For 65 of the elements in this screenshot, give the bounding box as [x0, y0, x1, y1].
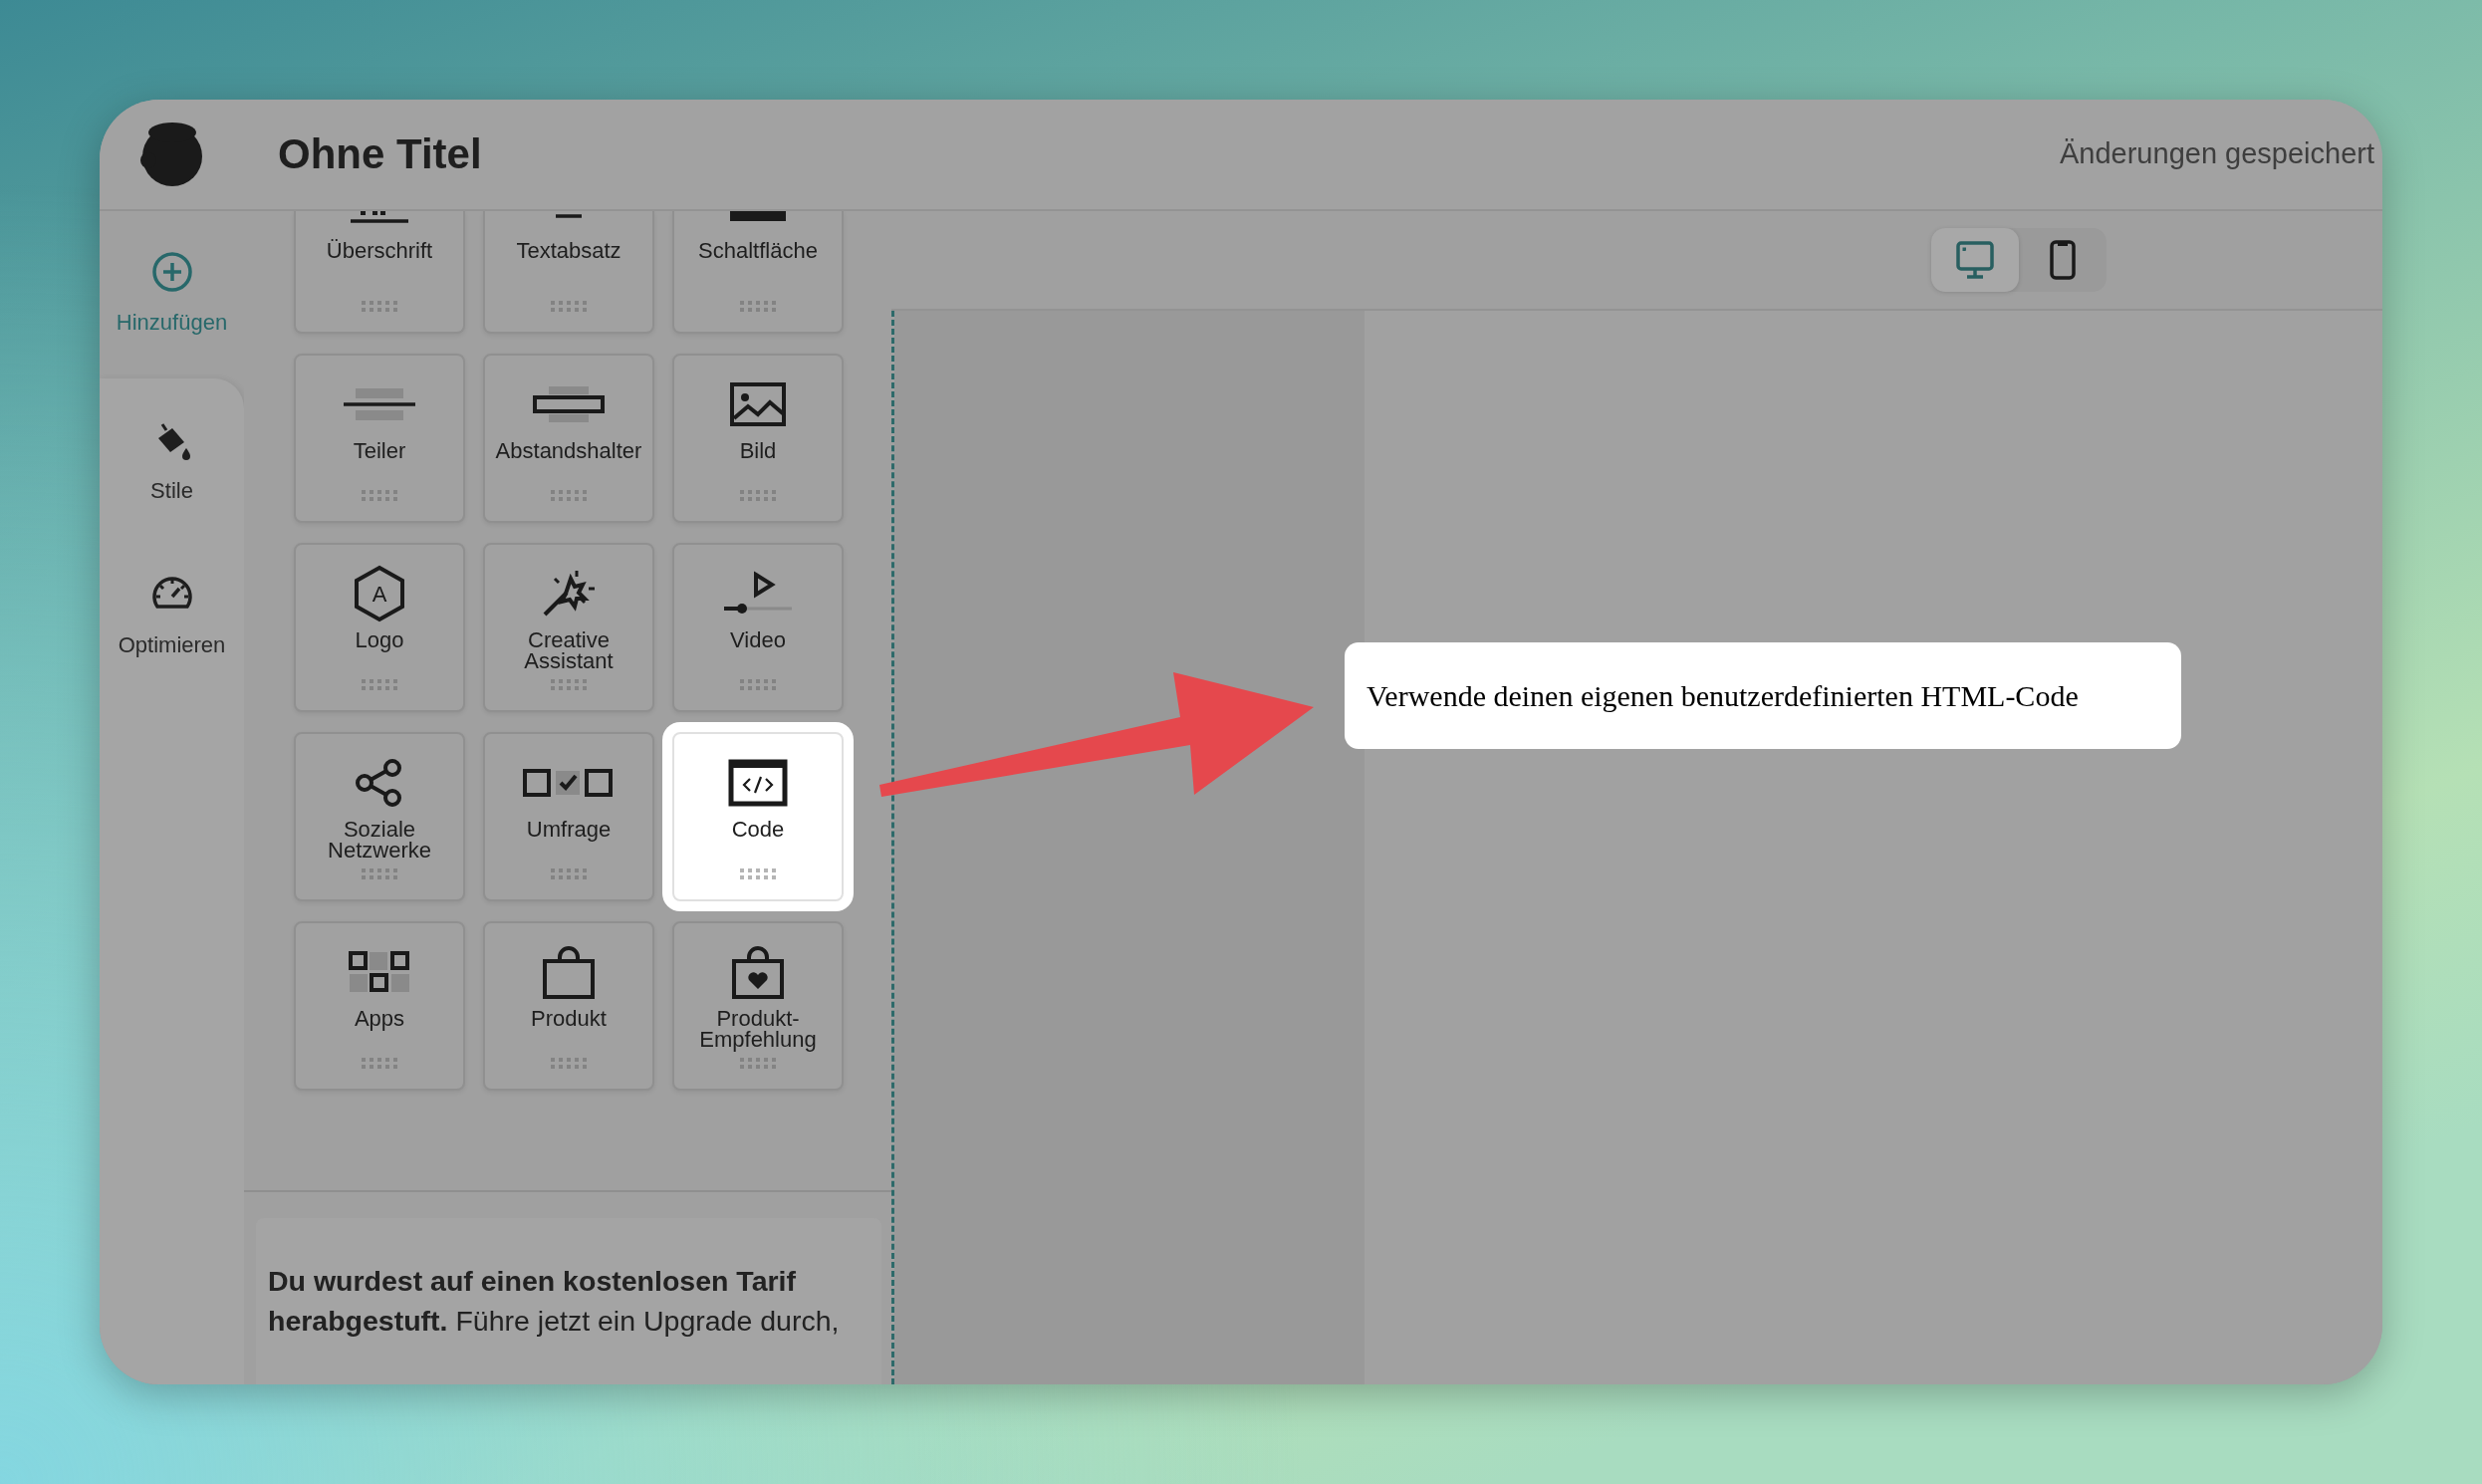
save-status: Änderungen gespeichert — [2060, 136, 2375, 172]
phone-icon — [2049, 239, 2077, 281]
monitor-icon — [1955, 240, 1995, 280]
grip-icon — [551, 868, 587, 880]
add-icon — [149, 250, 194, 294]
block-label: Textabsatz — [516, 241, 621, 262]
block-label: Code — [731, 820, 785, 841]
grip-icon — [551, 490, 587, 502]
block-tile[interactable]: Teiler — [294, 354, 465, 523]
grip-icon — [740, 301, 776, 313]
block-label: Apps — [354, 1009, 405, 1030]
block-tile[interactable]: Video — [672, 543, 844, 712]
block-label: Bild — [739, 441, 777, 462]
grip-icon — [362, 1058, 397, 1070]
block-tile[interactable]: Soziale Netzwerke — [294, 732, 465, 901]
block-tile[interactable]: Bild — [672, 354, 844, 523]
block-tile[interactable]: Umfrage — [483, 732, 654, 901]
block-tile[interactable]: Abstandshalter — [483, 354, 654, 523]
grip-icon — [551, 679, 587, 691]
tooltip-callout: Verwende deinen eigenen benutzerdefinierten HTML-Code — [1345, 642, 2181, 749]
hexagon-letter-icon: A — [353, 565, 406, 622]
grip-icon — [551, 1058, 587, 1070]
shopping-bag-icon — [542, 945, 596, 999]
grip-icon — [551, 301, 587, 313]
code-window-icon — [728, 759, 788, 807]
block-label: Schaltfläche — [698, 241, 818, 262]
bag-heart-icon — [731, 945, 785, 999]
block-label: Umfrage — [526, 820, 612, 841]
text-line-icon — [554, 211, 584, 221]
upgrade-notice: Du wurdest auf einen kostenlosen Tarif herabgestuft. Führe jetzt ein Upgrade durch, — [256, 1218, 881, 1384]
block-label: Logo — [355, 630, 404, 651]
sidebar-item[interactable]: Optimieren — [100, 571, 244, 661]
block-label: Produkt — [531, 1009, 607, 1030]
sidebar-item[interactable]: Stile — [100, 418, 244, 507]
grip-icon — [740, 868, 776, 880]
grip-icon — [740, 1058, 776, 1070]
block-tile[interactable]: Creative Assistant — [483, 543, 654, 712]
block-tile[interactable]: Schaltfläche — [672, 211, 844, 334]
block-label: Soziale Netzwerke — [327, 820, 432, 862]
block-label: Produkt-Empfehlung — [698, 1009, 818, 1051]
magic-wand-icon — [541, 569, 597, 618]
checkbox-row-icon — [523, 767, 615, 799]
grip-icon — [740, 679, 776, 691]
grip-icon — [362, 679, 397, 691]
block-tile[interactable]: Produkt-Empfehlung — [672, 921, 844, 1091]
block-label: Teiler — [353, 441, 406, 462]
grip-icon — [362, 301, 397, 313]
block-tile[interactable]: Produkt — [483, 921, 654, 1091]
block-label: Video — [730, 630, 786, 651]
block-label: Überschrift — [326, 241, 433, 262]
device-button[interactable] — [1931, 228, 2019, 292]
grip-icon — [362, 490, 397, 502]
block-tile[interactable]: Überschrift — [294, 211, 465, 334]
block-tile[interactable]: Apps — [294, 921, 465, 1091]
document-title: Ohne Titel — [278, 128, 482, 179]
spacer-icon — [531, 384, 607, 424]
block-tile[interactable]: A Logo — [294, 543, 465, 712]
image-icon — [730, 382, 786, 426]
block-label: Abstandshalter — [495, 441, 642, 462]
block-label: Creative Assistant — [523, 630, 615, 672]
grip-icon — [362, 868, 397, 880]
share-icon — [355, 758, 404, 808]
app-grid-icon — [348, 950, 411, 994]
block-tile[interactable]: Textabsatz — [483, 211, 654, 334]
grip-icon — [740, 490, 776, 502]
